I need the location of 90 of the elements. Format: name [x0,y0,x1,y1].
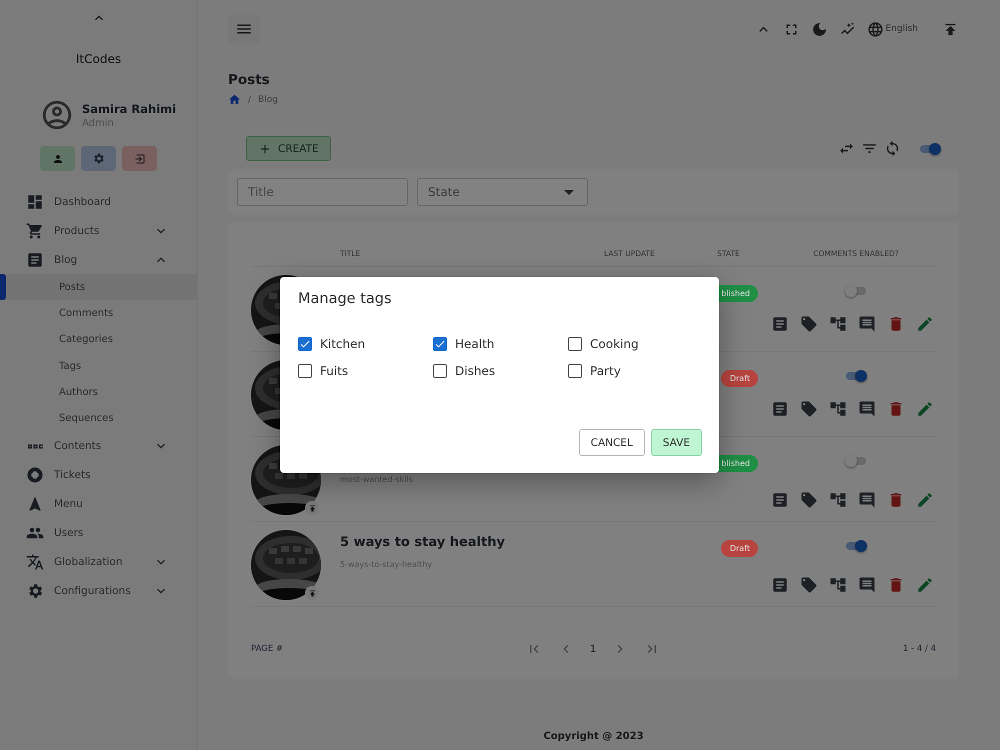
dialog-title: Manage tags [298,291,393,307]
nav-item[interactable]: Contents [0,432,197,461]
comment-icon[interactable] [858,314,876,332]
document-icon[interactable] [771,314,789,332]
page-title: Posts [228,72,271,88]
toggle-switch[interactable] [845,283,867,299]
edit-icon[interactable] [916,576,934,594]
tag-checkbox[interactable]: Fuits [298,364,433,378]
tag-checkbox[interactable]: Health [433,337,568,351]
document-icon [26,250,44,268]
avatar-icon [40,98,74,132]
dropdown-icon [564,190,574,194]
tree-icon[interactable] [829,576,847,594]
breadcrumb-item[interactable]: Blog [258,94,278,104]
tag-checkbox[interactable]: Dishes [433,364,568,378]
menu-button[interactable] [228,15,260,43]
breadcrumb-separator: / [248,94,252,104]
toggle-switch[interactable] [845,538,867,554]
tag-checkbox[interactable]: Party [568,364,703,378]
comment-icon[interactable] [858,490,876,508]
cart-icon [26,222,44,240]
language-button[interactable]: English [866,20,918,38]
tree-icon[interactable] [829,314,847,332]
create-button[interactable]: CREATE [246,136,331,161]
state-select[interactable]: State [417,178,588,206]
tag-icon[interactable] [800,400,818,418]
dashboard-icon [26,192,44,210]
upload-icon [308,588,316,598]
logout-icon [134,152,146,164]
toggle-switch[interactable] [845,453,867,469]
abc-icon [28,444,42,449]
tag-icon[interactable] [800,576,818,594]
globe-icon [866,20,884,38]
state-badge: Draft [720,370,758,387]
state-badge: Draft [720,540,758,557]
tree-icon[interactable] [829,490,847,508]
lifebuoy-icon [26,466,44,484]
cancel-button[interactable]: CANCEL [578,429,645,456]
tag-icon[interactable] [800,490,818,508]
page-range: 1 - 4 / 4 [903,644,936,654]
page-number[interactable]: 1 [590,644,596,654]
upload-badge[interactable] [305,501,319,515]
page-label: PAGE # [251,644,284,654]
edit-icon[interactable] [916,314,934,332]
upload-badge[interactable] [305,586,319,600]
nav-subitem[interactable]: Categories [0,326,197,353]
nav-subitem[interactable]: Tags [0,352,197,380]
user-name: Samira Rahimi [82,102,176,116]
nav-subitem[interactable]: Comments [0,300,197,327]
nav-item[interactable]: Tickets [0,460,197,490]
toggle-switch[interactable] [919,140,941,156]
tree-icon[interactable] [829,400,847,418]
copyright: Copyright @ 2023 [542,731,645,744]
post-title: 5 ways to stay healthy [340,535,506,550]
document-icon[interactable] [771,490,789,508]
title-field[interactable]: Title [237,178,408,206]
nav-subitem[interactable]: Sequences [0,405,197,432]
nav-item[interactable]: Users [0,518,197,548]
tag-checkbox[interactable]: Cooking [568,337,703,351]
nav-subitem[interactable]: Posts [0,274,197,300]
profile-button[interactable] [40,146,75,171]
settings-icon [92,152,105,165]
nav-item[interactable]: Products [0,216,197,245]
comment-icon[interactable] [858,400,876,418]
translate-icon [26,553,44,572]
tag-icon[interactable] [800,314,818,332]
nav-subitem[interactable]: Authors [0,379,197,406]
nav-item[interactable]: Configurations [0,576,197,606]
nav-item[interactable]: Menu [0,490,197,519]
save-button[interactable]: SAVE [650,429,702,456]
edit-icon[interactable] [916,400,934,418]
person-icon [52,152,64,164]
home-icon[interactable] [228,93,241,106]
nav-item[interactable]: Globalization [0,548,197,577]
logout-button[interactable] [122,146,157,171]
brand-name: ItCodes [76,52,122,66]
comment-icon[interactable] [858,576,876,594]
toggle-switch[interactable] [845,368,867,384]
settings-button[interactable] [81,146,116,171]
moon-icon[interactable] [810,20,828,38]
check-icon [434,338,446,350]
document-icon[interactable] [771,576,789,594]
upload-icon [308,504,316,512]
check-icon [299,338,311,350]
refresh-icon[interactable] [884,140,901,157]
nav-item[interactable]: Dashboard [0,187,197,216]
nav-item[interactable]: Blog [0,245,197,274]
document-icon[interactable] [771,400,789,418]
tag-checkbox[interactable]: Kitchen [298,337,433,351]
edit-icon[interactable] [916,490,934,508]
